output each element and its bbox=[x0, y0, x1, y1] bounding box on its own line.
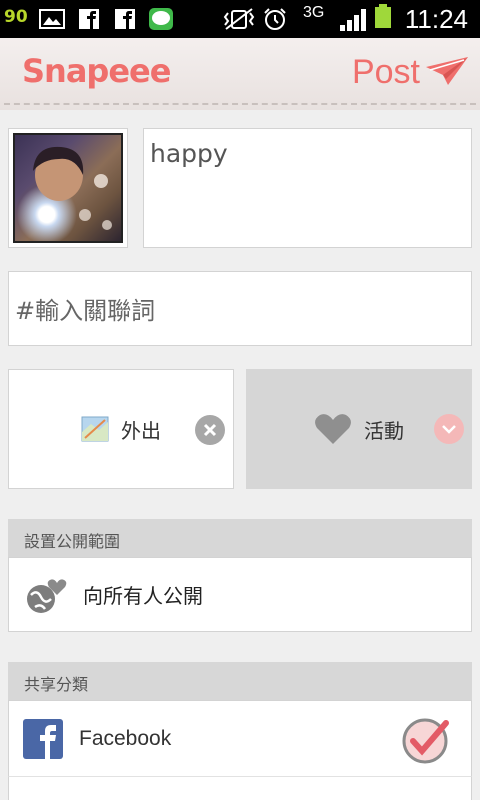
battery-icon bbox=[375, 4, 391, 28]
expand-activity-button[interactable] bbox=[434, 414, 464, 444]
signal-icon bbox=[340, 9, 366, 31]
map-icon bbox=[81, 416, 109, 442]
location-label: 外出 bbox=[121, 418, 161, 443]
facebook-icon bbox=[79, 9, 99, 29]
chevron-down-icon bbox=[442, 425, 456, 434]
photo-image bbox=[13, 133, 123, 243]
remove-location-button[interactable] bbox=[195, 415, 225, 445]
privacy-section-header: 設置公開範圍 bbox=[8, 519, 472, 557]
globe-heart-icon bbox=[27, 578, 67, 613]
image-icon bbox=[39, 9, 65, 29]
paper-plane-icon bbox=[426, 57, 468, 85]
checkmark-icon[interactable] bbox=[401, 715, 451, 765]
location-selector[interactable]: 外出 bbox=[8, 369, 234, 489]
vibrate-icon bbox=[223, 8, 255, 30]
battery-level-text: 90 bbox=[4, 7, 28, 27]
privacy-setting-row[interactable]: 向所有人公開 bbox=[8, 557, 472, 632]
share-section-header: 共享分類 bbox=[8, 662, 472, 700]
keyword-input[interactable]: #輸入關聯詞 bbox=[8, 271, 472, 346]
activity-selector[interactable]: 活動 bbox=[246, 369, 472, 489]
alarm-icon bbox=[264, 8, 286, 30]
app-header: Snapeee Post bbox=[0, 38, 480, 110]
close-icon bbox=[203, 423, 217, 437]
share-item-next[interactable] bbox=[8, 776, 472, 800]
clock: 11:24 bbox=[404, 4, 468, 34]
caption-field[interactable]: happy bbox=[143, 128, 472, 248]
share-item-facebook[interactable]: Facebook bbox=[8, 700, 472, 776]
facebook-icon bbox=[115, 9, 135, 29]
activity-label: 活動 bbox=[364, 418, 404, 443]
heart-icon bbox=[315, 414, 351, 444]
share-item-label: Facebook bbox=[79, 726, 172, 750]
line-icon bbox=[149, 8, 173, 30]
post-label: Post bbox=[351, 52, 420, 91]
network-type: 3G bbox=[303, 4, 325, 21]
privacy-value: 向所有人公開 bbox=[83, 584, 203, 608]
photo-thumbnail[interactable] bbox=[8, 128, 128, 248]
app-logo: Snapeee bbox=[22, 52, 171, 90]
post-button[interactable]: Post bbox=[352, 48, 470, 96]
facebook-logo-icon bbox=[23, 718, 63, 759]
status-bar: 90 3G 11:24 bbox=[0, 0, 480, 38]
